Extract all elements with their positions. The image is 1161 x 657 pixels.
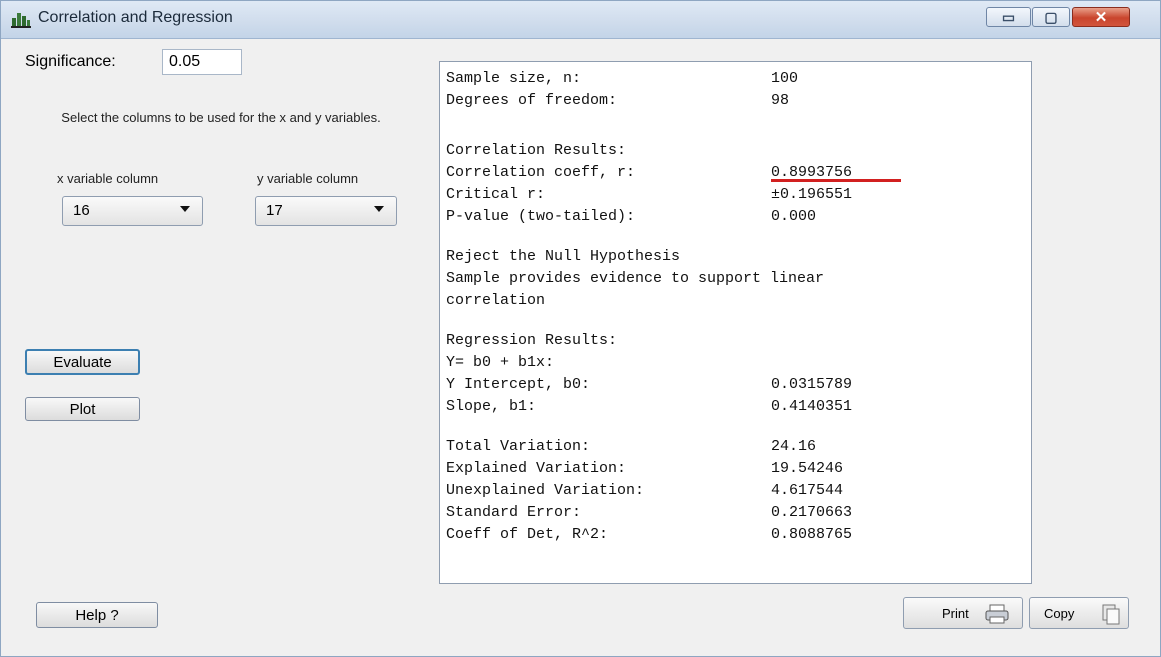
result-line-label: Unexplained Variation: bbox=[446, 482, 645, 499]
copy-icon bbox=[1102, 604, 1120, 625]
x-variable-select[interactable]: 16 bbox=[62, 196, 203, 226]
instructions-text: Select the columns to be used for the x … bbox=[61, 110, 381, 125]
result-line-value: 100 bbox=[771, 70, 799, 87]
close-button[interactable]: ✕ bbox=[1072, 7, 1130, 27]
result-line-value: 0.2170663 bbox=[771, 504, 853, 521]
result-line-label: Critical r: bbox=[446, 186, 546, 203]
app-icon bbox=[11, 13, 31, 28]
result-line-value: 0.4140351 bbox=[771, 398, 853, 415]
result-line-label: Degrees of freedom: bbox=[446, 92, 618, 109]
close-icon: ✕ bbox=[1094, 9, 1108, 26]
results-output[interactable]: Sample size, n: 100 Degrees of freedom: 98 C… bbox=[439, 61, 1032, 584]
result-line-label: Sample provides evidence to support line… bbox=[446, 270, 825, 287]
result-line-value: ±0.196551 bbox=[771, 186, 853, 203]
result-line-label: Correlation coeff, r: bbox=[446, 164, 636, 181]
chevron-down-icon bbox=[374, 206, 384, 212]
result-line-label: Sample size, n: bbox=[446, 70, 582, 87]
copy-button[interactable]: Copy bbox=[1029, 597, 1129, 629]
evaluate-button[interactable]: Evaluate bbox=[25, 349, 140, 375]
result-line-label: Standard Error: bbox=[446, 504, 582, 521]
result-line-value: 98 bbox=[771, 92, 790, 109]
result-line-label: Y Intercept, b0: bbox=[446, 376, 591, 393]
y-variable-value: 17 bbox=[266, 202, 283, 219]
significance-label: Significance: bbox=[25, 53, 116, 70]
x-variable-value: 16 bbox=[73, 202, 90, 219]
plot-button[interactable]: Plot bbox=[25, 397, 140, 421]
title-bar[interactable]: Correlation and Regression ▭ ▢ ✕ bbox=[1, 1, 1160, 39]
result-line-label: Reject the Null Hypothesis bbox=[446, 248, 681, 265]
result-line-label: Y= b0 + b1x: bbox=[446, 354, 555, 371]
minimize-icon: ▭ bbox=[1001, 8, 1016, 25]
result-line-value: 0.8088765 bbox=[771, 526, 853, 543]
print-label: Print bbox=[942, 606, 969, 621]
result-line-label: Regression Results: bbox=[446, 332, 618, 349]
result-line-label: Total Variation: bbox=[446, 438, 591, 455]
result-line-label: Correlation Results: bbox=[446, 142, 627, 159]
result-line-label: Explained Variation: bbox=[446, 460, 627, 477]
printer-icon bbox=[985, 604, 1009, 624]
result-line-label: Slope, b1: bbox=[446, 398, 537, 415]
window-title: Correlation and Regression bbox=[38, 9, 233, 26]
result-line-label: Coeff of Det, R^2: bbox=[446, 526, 609, 543]
result-line-label: P-value (two-tailed): bbox=[446, 208, 636, 225]
minimize-button[interactable]: ▭ bbox=[986, 7, 1031, 27]
result-line-value: 0.000 bbox=[771, 208, 817, 225]
correlation-regression-window: Correlation and Regression ▭ ▢ ✕ Signifi… bbox=[0, 0, 1161, 657]
chevron-down-icon bbox=[180, 206, 190, 212]
result-line-label: correlation bbox=[446, 292, 546, 309]
copy-label: Copy bbox=[1044, 606, 1075, 621]
print-button[interactable]: Print bbox=[903, 597, 1023, 629]
result-line-value: 0.8993756 bbox=[771, 164, 853, 181]
y-variable-label: y variable column bbox=[257, 171, 359, 186]
result-line-value: 19.54246 bbox=[771, 460, 844, 477]
result-line-value: 24.16 bbox=[771, 438, 817, 455]
x-variable-label: x variable column bbox=[57, 171, 159, 186]
maximize-button[interactable]: ▢ bbox=[1032, 7, 1070, 27]
significance-input[interactable]: 0.05 bbox=[162, 49, 242, 75]
help-button[interactable]: Help ? bbox=[36, 602, 158, 628]
result-line-value: 0.0315789 bbox=[771, 376, 853, 393]
maximize-icon: ▢ bbox=[1044, 8, 1058, 25]
result-line-value: 4.617544 bbox=[771, 482, 844, 499]
y-variable-select[interactable]: 17 bbox=[255, 196, 397, 226]
